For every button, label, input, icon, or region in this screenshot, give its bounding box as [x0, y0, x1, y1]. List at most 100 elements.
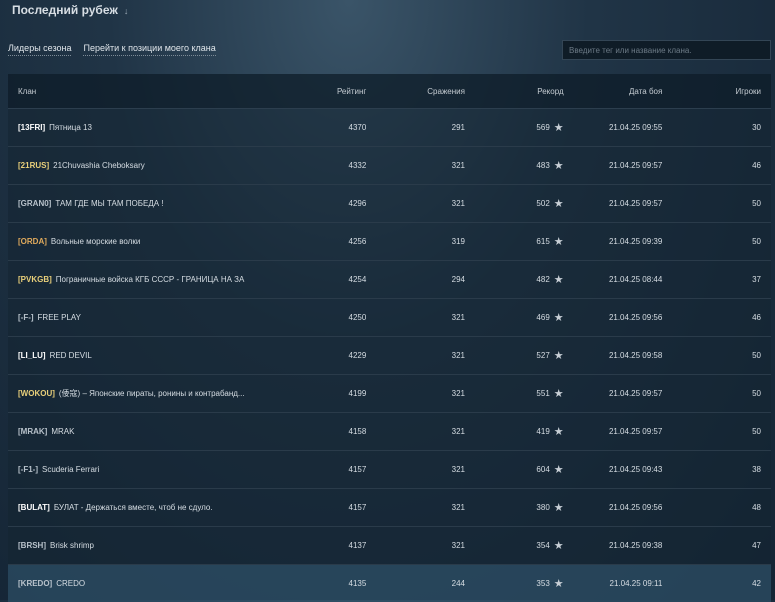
rating-cell: 4137 [348, 541, 367, 550]
record-cell: 502 ★ [465, 198, 563, 209]
players-cell: 37 [752, 275, 761, 284]
clan-cell: [ORDA] Вольные морские волки [8, 237, 245, 246]
table-row[interactable]: [ORDA] Вольные морские волки 4256 319 615… [8, 223, 771, 261]
date-cell: 21.04.25 09:57 [608, 427, 663, 436]
table-row[interactable]: [GRAN0] ТАМ ГДЕ МЫ ТАМ ПОБЕДА ! 4296 321 … [8, 185, 771, 223]
clan-name: Пятница 13 [49, 123, 92, 132]
players-cell: 50 [752, 199, 761, 208]
rating-cell: 4158 [348, 427, 367, 436]
clan-name: ТАМ ГДЕ МЫ ТАМ ПОБЕДА ! [55, 199, 164, 208]
season-leaders-link[interactable]: Лидеры сезона [8, 43, 72, 56]
col-clan-header[interactable]: Клан [8, 87, 245, 96]
table-row[interactable]: [KREDO] CREDO 4135 244 353 ★ 21.04.25 09:1… [8, 565, 771, 602]
record-cell: 469 ★ [465, 312, 563, 323]
clan-tag: [PVKGB] [18, 275, 52, 284]
clan-cell: [GRAN0] ТАМ ГДЕ МЫ ТАМ ПОБЕДА ! [8, 199, 245, 208]
record-value: 482 [536, 275, 550, 284]
star-icon: ★ [553, 159, 564, 172]
clan-cell: [-F1-] Scuderia Ferrari [8, 465, 245, 474]
clan-tag: [BULAT] [18, 503, 50, 512]
clan-cell: [MRAK] MRAK [8, 427, 245, 436]
battles-cell: 321 [451, 313, 465, 322]
record-value: 419 [536, 427, 550, 436]
clan-search-input[interactable] [562, 40, 771, 60]
rating-cell: 4229 [348, 351, 367, 360]
date-cell: 21.04.25 09:39 [608, 237, 663, 246]
battles-cell: 321 [451, 427, 465, 436]
record-value: 604 [536, 465, 550, 474]
record-cell: 527 ★ [465, 350, 563, 361]
clan-tag: [BRSH] [18, 541, 46, 550]
record-cell: 419 ★ [465, 426, 563, 437]
players-cell: 38 [752, 465, 761, 474]
rating-cell: 4157 [348, 465, 367, 474]
star-icon: ★ [553, 463, 564, 476]
record-value: 469 [536, 313, 550, 322]
rating-cell: 4199 [348, 389, 367, 398]
clan-cell: [WOKOU] (倭寇) – Японские пираты, ронины и … [8, 388, 245, 399]
clan-tag: [WOKOU] [18, 389, 55, 398]
record-value: 551 [536, 389, 550, 398]
players-cell: 46 [752, 313, 761, 322]
table-row[interactable]: [13FRI] Пятница 13 4370 291 569 ★ 21.04.25… [8, 109, 771, 147]
col-date-header[interactable]: Дата боя [564, 87, 662, 96]
col-players-header[interactable]: Игроки [662, 87, 771, 96]
clan-name: CREDO [56, 579, 86, 588]
col-record-header[interactable]: Рекорд [465, 87, 563, 96]
record-cell: 353 ★ [465, 578, 563, 589]
clan-tag: [KREDO] [18, 579, 53, 588]
table-row[interactable]: [21RUS] 21Chuvashia Cheboksary 4332 321 4… [8, 147, 771, 185]
clan-name: Пограничные войска КГБ СССР - ГРАНИЦА НА… [55, 275, 245, 284]
clan-tag: [-F1-] [18, 465, 38, 474]
players-cell: 50 [752, 389, 761, 398]
record-value: 569 [536, 123, 550, 132]
clan-name: Вольные морские волки [50, 237, 141, 246]
table-row[interactable]: [LI_LU] RED DEVIL 4229 321 527 ★ 21.04.25 … [8, 337, 771, 375]
table-row[interactable]: [MRAK] MRAK 4158 321 419 ★ 21.04.25 09:57 … [8, 413, 771, 451]
col-rating-header[interactable]: Рейтинг [245, 87, 366, 96]
goto-my-clan-link[interactable]: Перейти к позиции моего клана [83, 43, 216, 56]
date-cell: 21.04.25 09:55 [608, 123, 663, 132]
battles-cell: 294 [451, 275, 465, 284]
clan-name: 21Chuvashia Cheboksary [53, 161, 145, 170]
clan-tag: [-F-] [18, 313, 34, 322]
battles-cell: 321 [451, 351, 465, 360]
players-cell: 30 [752, 123, 761, 132]
table-row[interactable]: [-F1-] Scuderia Ferrari 4157 321 604 ★ 21.… [8, 451, 771, 489]
clan-tag: [13FRI] [18, 123, 46, 132]
top-links: Лидеры сезона Перейти к позиции моего кл… [8, 43, 216, 56]
players-cell: 46 [752, 161, 761, 170]
table-row[interactable]: [-F-] FREE PLAY 4250 321 469 ★ 21.04.25 09… [8, 299, 771, 337]
date-cell: 21.04.25 09:57 [608, 161, 663, 170]
star-icon: ★ [553, 539, 564, 552]
table-row[interactable]: [BULAT] БУЛАТ - Держаться вместе, чтоб не… [8, 489, 771, 527]
rating-cell: 4296 [348, 199, 367, 208]
star-icon: ★ [553, 501, 564, 514]
date-cell: 21.04.25 09:58 [608, 351, 663, 360]
table-row[interactable]: [PVKGB] Пограничные войска КГБ СССР - ГРА… [8, 261, 771, 299]
clan-tag: [ORDA] [18, 237, 47, 246]
battles-cell: 321 [451, 161, 465, 170]
record-cell: 482 ★ [465, 274, 563, 285]
clan-cell: [13FRI] Пятница 13 [8, 123, 245, 132]
record-cell: 569 ★ [465, 122, 563, 133]
star-icon: ★ [553, 387, 564, 400]
players-cell: 48 [752, 503, 761, 512]
sort-arrow-icon[interactable]: ↓ [124, 6, 129, 16]
players-cell: 47 [752, 541, 761, 550]
record-cell: 380 ★ [465, 501, 564, 514]
record-value: 380 [536, 503, 550, 512]
record-value: 483 [536, 161, 550, 170]
table-row[interactable]: [BRSH] Brisk shrimp 4137 321 354 ★ 21.04.2… [8, 527, 771, 565]
battles-cell: 291 [451, 123, 465, 132]
battles-cell: 321 [451, 541, 465, 550]
table-body: [13FRI] Пятница 13 4370 291 569 ★ 21.04.25… [8, 109, 771, 602]
rating-cell: 4256 [348, 237, 367, 246]
clan-tag: [LI_LU] [18, 351, 46, 360]
table-row[interactable]: [WOKOU] (倭寇) – Японские пираты, ронины и … [8, 375, 771, 413]
players-cell: 50 [752, 427, 761, 436]
page-header: Последний рубеж ↓ [12, 2, 128, 18]
clan-cell: [KREDO] CREDO [8, 579, 245, 588]
col-battles-header[interactable]: Сражения [366, 87, 465, 96]
battles-cell: 321 [451, 503, 465, 512]
